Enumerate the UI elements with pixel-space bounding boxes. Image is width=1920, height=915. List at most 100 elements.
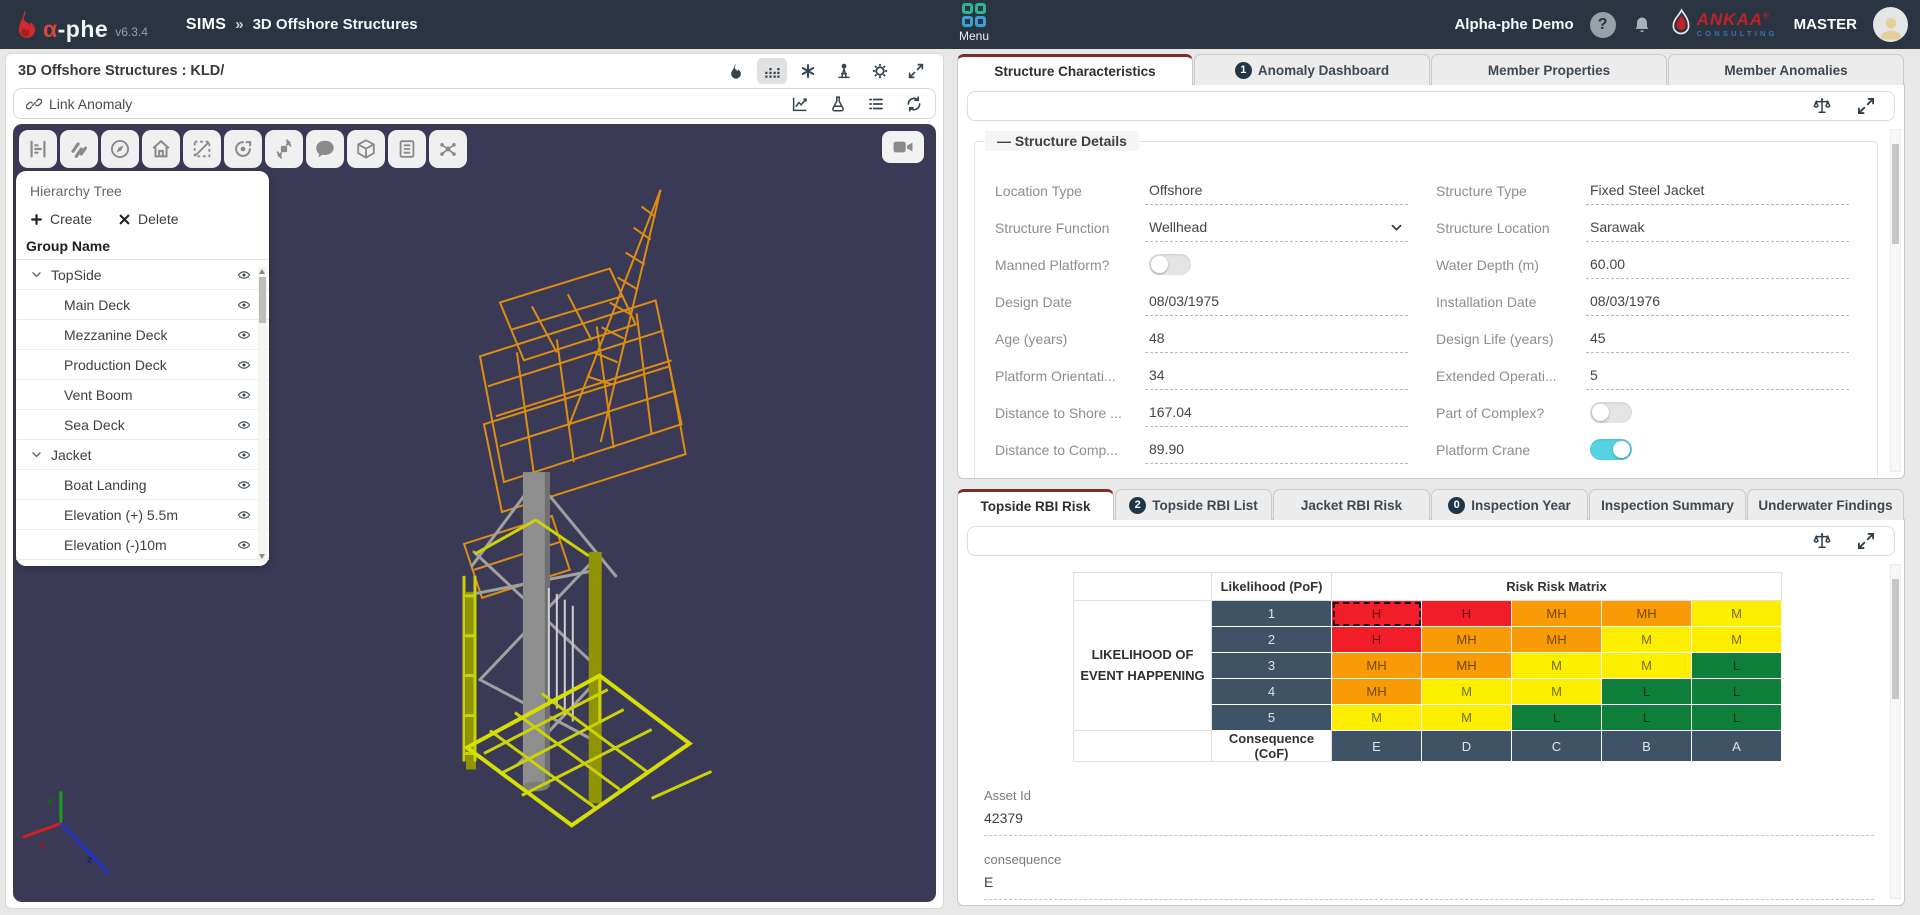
toggle-part-of-complex[interactable] xyxy=(1590,402,1632,423)
eye-icon[interactable] xyxy=(235,328,253,342)
tree-row-boat-landing[interactable]: Boat Landing xyxy=(16,470,269,500)
tab-topside-rbi-risk[interactable]: Topside RBI Risk xyxy=(957,489,1114,520)
risk-cell-2-C[interactable]: MH xyxy=(1512,627,1602,653)
risk-cell-3-B[interactable]: M xyxy=(1602,653,1692,679)
tree-row-vent-boom[interactable]: Vent Boom xyxy=(16,380,269,410)
risk-cell-1-D[interactable]: H xyxy=(1422,601,1512,627)
risk-cell-2-A[interactable]: M xyxy=(1692,627,1782,653)
eye-icon[interactable] xyxy=(235,268,253,282)
bell-icon[interactable] xyxy=(1632,14,1652,36)
user-avatar[interactable] xyxy=(1873,7,1908,42)
field-age-years[interactable]: 48 xyxy=(1145,325,1408,353)
field-distance-to-shore[interactable]: 167.04 xyxy=(1145,399,1408,427)
field-water-depth-m[interactable]: 60.00 xyxy=(1586,251,1849,279)
field-manned-platform[interactable] xyxy=(1145,251,1408,279)
eye-icon[interactable] xyxy=(235,538,253,552)
field-structure-location[interactable]: Sarawak xyxy=(1586,214,1849,242)
eye-icon[interactable] xyxy=(235,508,253,522)
risk-cell-4-C[interactable]: M xyxy=(1512,679,1602,705)
tab-member-anomalies[interactable]: Member Anomalies xyxy=(1668,54,1904,85)
viewer-flame-button[interactable] xyxy=(721,58,751,84)
risk-cell-2-E[interactable]: H xyxy=(1332,627,1422,653)
tab-inspection-summary[interactable]: Inspection Summary xyxy=(1589,489,1746,520)
eye-icon[interactable] xyxy=(235,448,253,462)
eye-icon[interactable] xyxy=(235,358,253,372)
risk-cell-4-B[interactable]: L xyxy=(1602,679,1692,705)
risk-cell-3-A[interactable]: L xyxy=(1692,653,1782,679)
tool-tree-structure-button[interactable] xyxy=(19,130,57,168)
tool-transform-button[interactable] xyxy=(265,130,303,168)
field-design-life-years[interactable]: 45 xyxy=(1586,325,1849,353)
viewer-asterisk-button[interactable] xyxy=(793,58,823,84)
flask-icon[interactable] xyxy=(829,95,847,113)
field-installation-date[interactable]: 08/03/1976 xyxy=(1586,288,1849,316)
tool-compass-button[interactable] xyxy=(101,130,139,168)
risk-cell-5-D[interactable]: M xyxy=(1422,705,1512,731)
viewer-grid-dots-button[interactable] xyxy=(757,58,787,84)
field-distance-to-comp[interactable]: 89.90 xyxy=(1145,436,1408,464)
help-icon[interactable]: ? xyxy=(1590,12,1616,38)
create-button[interactable]: Create xyxy=(30,211,92,227)
tool-members-button[interactable] xyxy=(60,130,98,168)
tree-row-jacket[interactable]: Jacket xyxy=(16,440,269,470)
risk-scrollbar[interactable] xyxy=(1890,564,1901,899)
risk-cell-1-B[interactable]: MH xyxy=(1602,601,1692,627)
eye-icon[interactable] xyxy=(235,298,253,312)
delete-button[interactable]: Delete xyxy=(118,211,178,227)
risk-cell-3-C[interactable]: M xyxy=(1512,653,1602,679)
tree-row-production-deck[interactable]: Production Deck xyxy=(16,350,269,380)
eye-icon[interactable] xyxy=(235,388,253,402)
viewer-beacon-button[interactable] xyxy=(829,58,859,84)
field-structure-type[interactable]: Fixed Steel Jacket xyxy=(1586,177,1849,205)
tree-row-topside[interactable]: TopSide xyxy=(16,260,269,290)
risk-cell-3-D[interactable]: MH xyxy=(1422,653,1512,679)
risk-cell-5-C[interactable]: L xyxy=(1512,705,1602,731)
risk-cell-1-E[interactable]: H xyxy=(1332,601,1422,627)
refresh-icon[interactable] xyxy=(905,95,923,113)
risk-cell-5-E[interactable]: M xyxy=(1332,705,1422,731)
toggle-platform-crane[interactable] xyxy=(1590,439,1632,460)
tab-structure-characteristics[interactable]: Structure Characteristics xyxy=(957,54,1193,85)
risk-cell-1-A[interactable]: M xyxy=(1692,601,1782,627)
tree-row-main-deck[interactable]: Main Deck xyxy=(16,290,269,320)
field-design-date[interactable]: 08/03/1975 xyxy=(1145,288,1408,316)
tab-underwater-findings[interactable]: Underwater Findings xyxy=(1747,489,1904,520)
field-extended-operati[interactable]: 5 xyxy=(1586,362,1849,390)
risk-cell-4-A[interactable]: L xyxy=(1692,679,1782,705)
details-scrollbar[interactable] xyxy=(1890,129,1901,472)
tool-comment-button[interactable] xyxy=(306,130,344,168)
tab-topside-rbi-list[interactable]: 2Topside RBI List xyxy=(1115,489,1272,520)
tab-inspection-year[interactable]: 0Inspection Year xyxy=(1431,489,1588,520)
tree-row-sea-deck[interactable]: Sea Deck xyxy=(16,410,269,440)
risk-cell-2-D[interactable]: MH xyxy=(1422,627,1512,653)
tree-scrollbar[interactable] xyxy=(258,267,267,561)
tree-row-elevation-5-5m[interactable]: Elevation (+) 5.5m xyxy=(16,500,269,530)
field-part-of-complex[interactable] xyxy=(1586,399,1849,427)
structure-details-legend[interactable]: — Structure Details xyxy=(985,131,1139,151)
toggle-manned-platform[interactable] xyxy=(1149,254,1191,275)
tool-network-button[interactable] xyxy=(429,130,467,168)
eye-icon[interactable] xyxy=(235,418,253,432)
tool-report-button[interactable] xyxy=(388,130,426,168)
scale-icon[interactable] xyxy=(1812,531,1832,551)
risk-cell-2-B[interactable]: M xyxy=(1602,627,1692,653)
tool-orbit-button[interactable] xyxy=(224,130,262,168)
field-platform-orientati[interactable]: 34 xyxy=(1145,362,1408,390)
line-chart-icon[interactable] xyxy=(791,95,809,113)
camera-button[interactable] xyxy=(882,131,924,163)
viewer-expand-button[interactable] xyxy=(901,58,931,84)
menu-button[interactable]: Menu xyxy=(948,3,1000,43)
field-structure-function[interactable]: Wellhead xyxy=(1145,214,1408,242)
risk-cell-5-B[interactable]: L xyxy=(1602,705,1692,731)
risk-cell-5-A[interactable]: L xyxy=(1692,705,1782,731)
eye-icon[interactable] xyxy=(235,478,253,492)
tool-box-3d-button[interactable] xyxy=(347,130,385,168)
expand-icon[interactable] xyxy=(1856,96,1876,116)
module-name[interactable]: SIMS xyxy=(186,16,226,34)
tab-member-properties[interactable]: Member Properties xyxy=(1431,54,1667,85)
app-logo[interactable]: α-phe v6.3.4 xyxy=(12,9,148,41)
risk-cell-1-C[interactable]: MH xyxy=(1512,601,1602,627)
viewport-3d[interactable]: x y z Hierarchy Tree Create Delete xyxy=(13,124,936,902)
link-anomaly-button[interactable]: Link Anomaly xyxy=(26,96,132,112)
tab-jacket-rbi-risk[interactable]: Jacket RBI Risk xyxy=(1273,489,1430,520)
